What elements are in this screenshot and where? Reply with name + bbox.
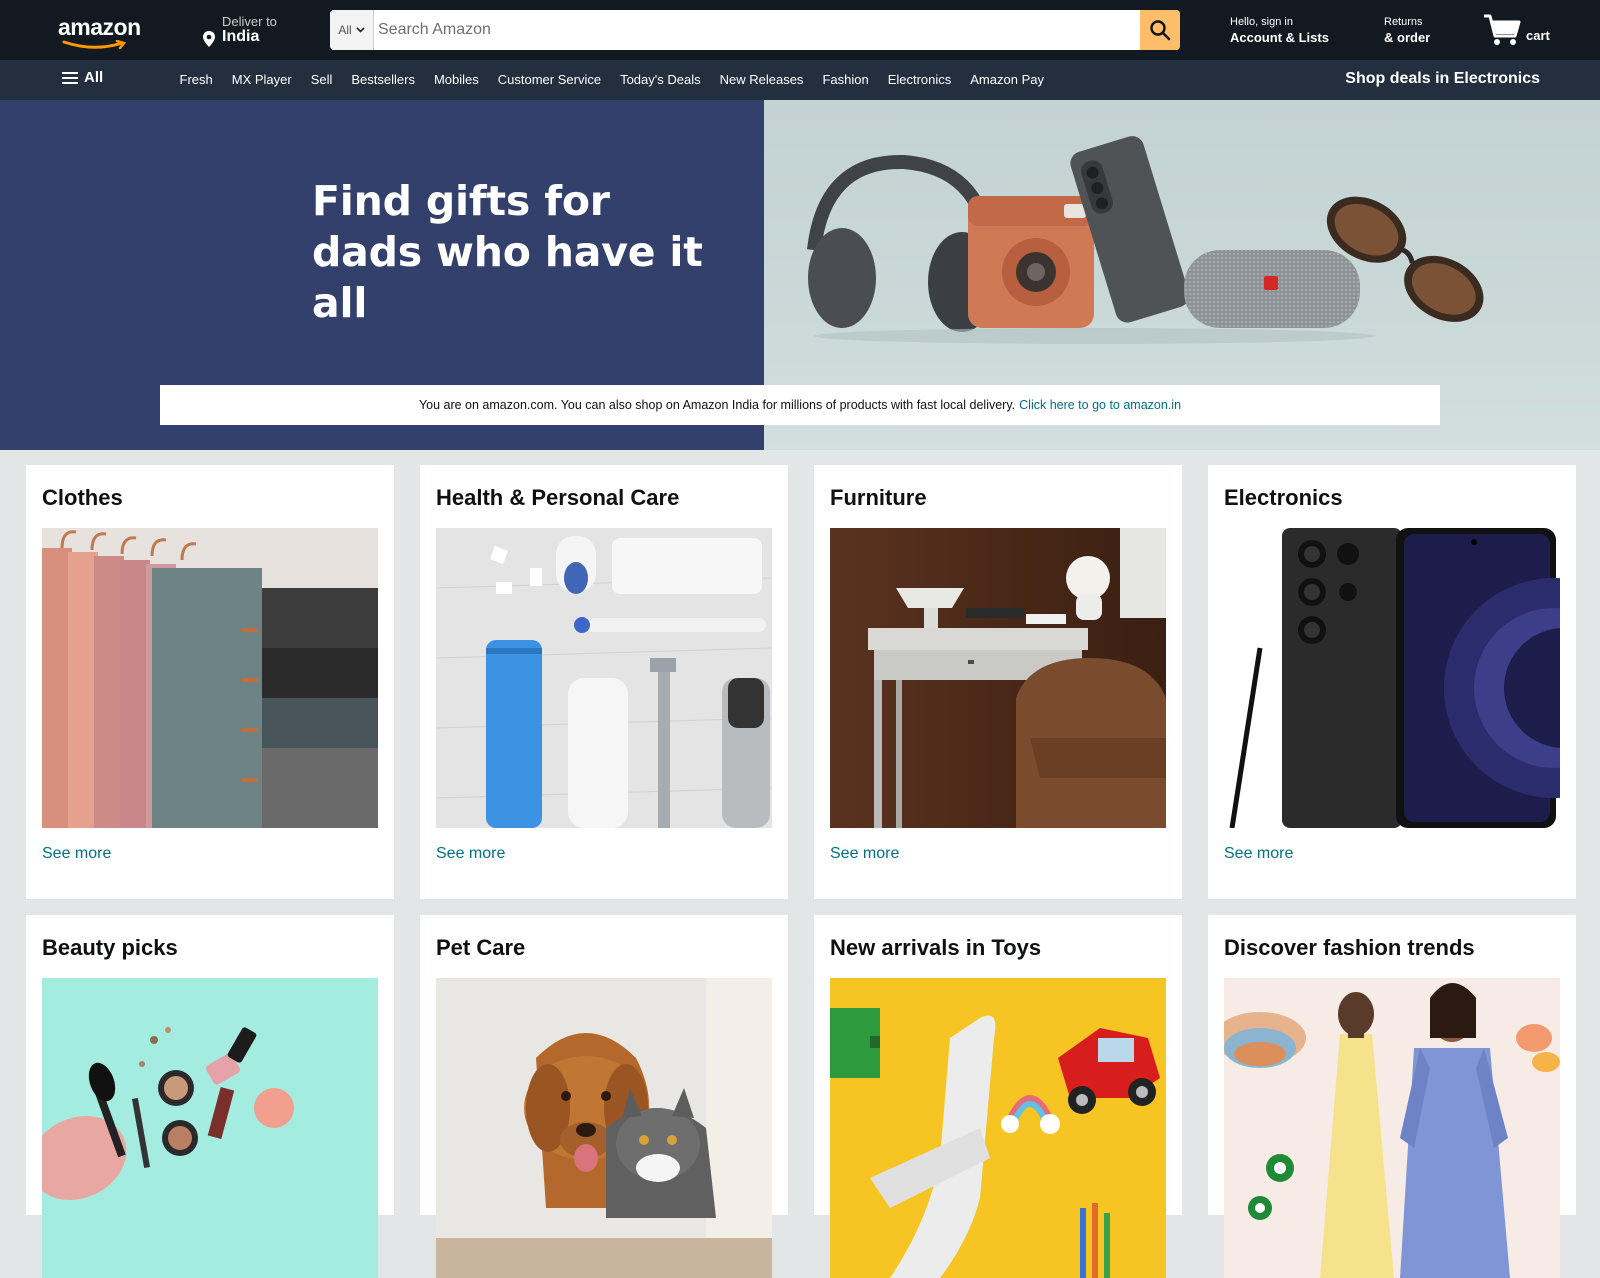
- cart-label: cart: [1526, 28, 1550, 43]
- deliver-to-location[interactable]: Deliver to India: [200, 14, 320, 50]
- subnav-link-customer-service[interactable]: Customer Service: [488, 72, 610, 87]
- subnav-link-fresh[interactable]: Fresh: [170, 72, 222, 87]
- clothes-image[interactable]: [42, 528, 378, 828]
- fashion-models-illustration: [1224, 978, 1560, 1278]
- card-title: Electronics: [1224, 485, 1343, 510]
- subnav-link-new-releases[interactable]: New Releases: [710, 72, 813, 87]
- returns-orders-link[interactable]: Returns & order: [1384, 16, 1454, 45]
- see-more-link[interactable]: See more: [1224, 845, 1293, 863]
- search-button[interactable]: [1140, 10, 1180, 50]
- go-to-amazon-in-link[interactable]: Click here to go to amazon.in: [1019, 398, 1181, 412]
- region-notice-text: You are on amazon.com. You can also shop…: [418, 398, 1016, 412]
- card-title: Clothes: [42, 485, 123, 510]
- smartphone-illustration: [1224, 528, 1560, 828]
- hero-title-line1: Find gifts for: [312, 177, 610, 225]
- dog-and-cat-illustration: [436, 978, 772, 1278]
- toys-image[interactable]: [830, 978, 1166, 1278]
- card-title: Furniture: [830, 485, 927, 510]
- toys-illustration: [830, 978, 1166, 1278]
- hero-title-line2: dads who have it all: [312, 228, 703, 327]
- region-notice-bar: You are on amazon.com. You can also shop…: [160, 385, 1440, 425]
- account-greeting: Hello, sign in: [1230, 16, 1293, 28]
- logo-smile-icon: [62, 40, 127, 50]
- category-card-beauty-picks: Beauty picks: [26, 915, 394, 1278]
- hero-title: Find gifts for dads who have it all: [312, 176, 752, 329]
- category-card-toys: New arrivals in Toys: [814, 915, 1182, 1278]
- chevron-down-icon: [356, 27, 365, 33]
- card-title: New arrivals in Toys: [830, 935, 1042, 960]
- subnav-link-bestsellers[interactable]: Bestsellers: [342, 72, 425, 87]
- search-bar: All: [330, 10, 1180, 50]
- makeup-illustration: [42, 978, 378, 1278]
- subnav-link-amazon-pay[interactable]: Amazon Pay: [961, 72, 1054, 87]
- category-card-clothes: Clothes See more: [26, 465, 394, 899]
- furniture-image[interactable]: [830, 528, 1166, 828]
- card-title: Pet Care: [436, 935, 526, 960]
- deliver-country: India: [222, 28, 260, 45]
- account-lists-menu[interactable]: Hello, sign in Account & Lists: [1230, 16, 1360, 45]
- category-card-furniture: Furniture See more: [814, 465, 1182, 899]
- location-pin-icon: [203, 31, 215, 47]
- clothes-illustration: [42, 528, 378, 828]
- subnav-link-mx-player[interactable]: MX Player: [222, 72, 301, 87]
- fashion-trends-image[interactable]: [1224, 978, 1560, 1278]
- cart-link[interactable]: cart: [1482, 12, 1568, 48]
- sub-navigation: All Fresh MX Player Sell Bestsellers Mob…: [0, 60, 1600, 100]
- search-category-select[interactable]: All: [330, 10, 374, 50]
- account-label: Account & Lists: [1230, 30, 1329, 45]
- category-card-health-personal-care: Health & Personal Care See more: [420, 465, 788, 899]
- beauty-picks-image[interactable]: [42, 978, 378, 1278]
- see-more-link[interactable]: See more: [436, 845, 505, 863]
- cart-icon: [1484, 14, 1521, 45]
- card-title: Health & Personal Care: [436, 485, 680, 510]
- pet-care-image[interactable]: [436, 978, 772, 1278]
- see-more-link[interactable]: See more: [830, 845, 899, 863]
- card-title: Discover fashion trends: [1224, 935, 1475, 960]
- top-header: amazon Deliver to India All Hello, sign …: [0, 0, 1600, 60]
- furniture-illustration: [830, 528, 1166, 828]
- subnav-link-todays-deals[interactable]: Today's Deals: [611, 72, 711, 87]
- logo-text: amazon: [58, 14, 141, 40]
- returns-label: Returns: [1384, 16, 1423, 28]
- health-personal-care-image[interactable]: [436, 528, 772, 828]
- deliver-label: Deliver to: [222, 14, 277, 29]
- all-menu-button[interactable]: All: [62, 69, 103, 86]
- subnav-link-mobiles[interactable]: Mobiles: [424, 72, 488, 87]
- see-more-link[interactable]: See more: [42, 845, 111, 863]
- orders-label: & order: [1384, 30, 1431, 45]
- amazon-logo[interactable]: amazon: [58, 14, 148, 50]
- all-menu-label: All: [84, 69, 104, 86]
- category-card-electronics: Electronics See more: [1208, 465, 1576, 899]
- electronics-image[interactable]: [1224, 528, 1560, 828]
- card-title: Beauty picks: [42, 935, 178, 960]
- search-icon: [1150, 20, 1171, 41]
- shop-deals-promo-link[interactable]: Shop deals in Electronics: [1345, 70, 1540, 88]
- hero-banner[interactable]: Find gifts for dads who have it all You …: [0, 100, 1600, 450]
- search-category-label: All: [338, 23, 352, 37]
- subnav-link-electronics[interactable]: Electronics: [878, 72, 961, 87]
- subnav-link-fashion[interactable]: Fashion: [813, 72, 878, 87]
- search-input[interactable]: [376, 10, 1116, 50]
- category-card-pet-care: Pet Care: [420, 915, 788, 1278]
- category-card-fashion-trends: Discover fashion trends: [1208, 915, 1576, 1278]
- toiletries-illustration: [436, 528, 772, 828]
- hamburger-menu-icon: [62, 71, 78, 84]
- subnav-links: Fresh MX Player Sell Bestsellers Mobiles…: [170, 72, 1053, 87]
- subnav-link-sell[interactable]: Sell: [301, 72, 342, 87]
